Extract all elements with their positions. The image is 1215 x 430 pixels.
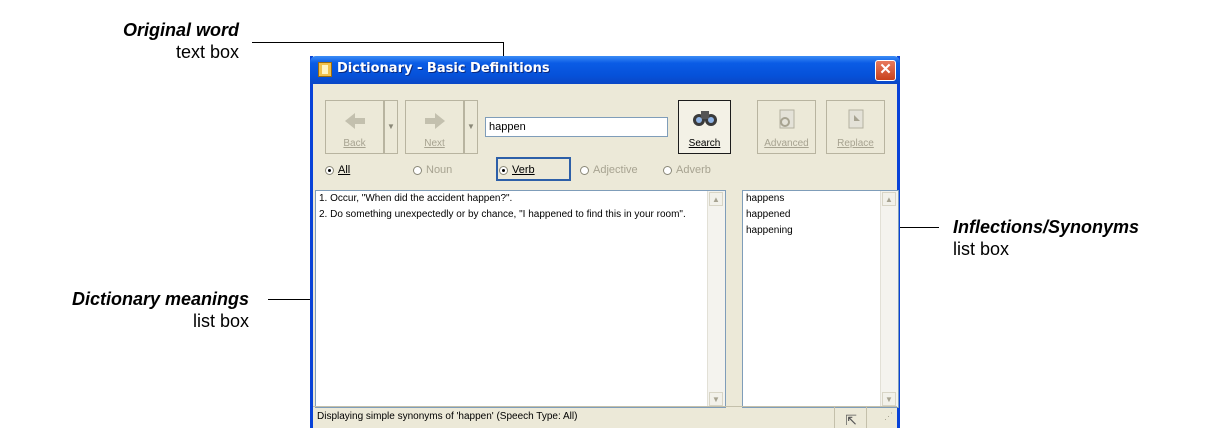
original-word-input[interactable]: happen bbox=[485, 117, 668, 137]
vertical-scrollbar[interactable]: ▲ ▼ bbox=[707, 191, 725, 407]
annotation-subtitle: list box bbox=[192, 311, 249, 331]
radio-label: All bbox=[338, 164, 351, 176]
search-button[interactable]: Search bbox=[678, 100, 731, 154]
status-separator bbox=[834, 407, 835, 428]
next-dropdown-button[interactable]: ▼ bbox=[464, 100, 478, 154]
annotation-subtitle: list box bbox=[953, 239, 1010, 259]
advanced-button[interactable]: Advanced bbox=[757, 100, 816, 154]
cursor-icon: ⇱ bbox=[845, 412, 857, 428]
arrow-right-icon bbox=[424, 113, 445, 129]
status-text: Displaying simple synonyms of 'happen' (… bbox=[317, 411, 578, 422]
scroll-up-icon[interactable]: ▲ bbox=[709, 192, 723, 206]
radio-dot bbox=[499, 165, 508, 175]
replace-button[interactable]: Replace bbox=[826, 100, 885, 154]
document-search-icon bbox=[779, 109, 794, 129]
status-separator bbox=[866, 407, 867, 428]
annotation-dictionary-meanings: Dictionary meanings list box bbox=[0, 288, 249, 332]
annotation-inflections: Inflections/Synonyms list box bbox=[953, 216, 1215, 260]
back-dropdown-button[interactable]: ▼ bbox=[384, 100, 398, 154]
back-button[interactable]: Back bbox=[325, 100, 384, 154]
dictionary-window: Dictionary - Basic Definitions ✕ Back ▼ … bbox=[310, 56, 900, 428]
radio-dot bbox=[580, 165, 589, 175]
radio-adverb[interactable]: Adverb bbox=[663, 164, 711, 176]
radio-dot bbox=[325, 165, 334, 175]
back-label: Back bbox=[343, 138, 366, 149]
radio-label: Adverb bbox=[676, 164, 711, 176]
arrow-left-icon bbox=[344, 113, 365, 129]
radio-label: Verb bbox=[512, 164, 535, 176]
inflections-synonyms-list[interactable]: happens happened happening ▲ ▼ bbox=[742, 190, 899, 408]
title-bar[interactable]: Dictionary - Basic Definitions ✕ bbox=[310, 56, 900, 84]
list-item[interactable]: happening bbox=[743, 225, 898, 237]
radio-adjective[interactable]: Adjective bbox=[580, 164, 638, 176]
scroll-up-icon[interactable]: ▲ bbox=[882, 192, 896, 206]
radio-label: Noun bbox=[426, 164, 453, 176]
annotation-title: Inflections/Synonyms bbox=[953, 217, 1140, 237]
book-icon bbox=[318, 62, 332, 77]
replace-icon bbox=[848, 109, 863, 129]
binoculars-icon bbox=[692, 111, 717, 126]
scroll-down-icon[interactable]: ▼ bbox=[882, 392, 896, 406]
list-item[interactable]: happens bbox=[743, 193, 898, 205]
replace-label: Replace bbox=[837, 138, 874, 149]
radio-dot bbox=[413, 165, 422, 175]
vertical-scrollbar[interactable]: ▲ ▼ bbox=[880, 191, 898, 407]
annotation-subtitle: text box bbox=[175, 42, 239, 62]
radio-all[interactable]: All bbox=[325, 164, 350, 176]
list-item[interactable]: 1. Occur, "When did the accident happen?… bbox=[316, 193, 705, 205]
close-button[interactable]: ✕ bbox=[875, 60, 896, 81]
advanced-label: Advanced bbox=[764, 138, 809, 149]
next-label: Next bbox=[424, 138, 445, 149]
list-item[interactable]: happened bbox=[743, 209, 898, 221]
window-title: Dictionary - Basic Definitions bbox=[337, 61, 550, 76]
radio-label: Adjective bbox=[593, 164, 638, 176]
list-item[interactable]: 2. Do something unexpectedly or by chanc… bbox=[316, 209, 705, 221]
pointer-line bbox=[252, 42, 504, 43]
annotation-title: Dictionary meanings bbox=[71, 289, 249, 309]
radio-dot bbox=[663, 165, 672, 175]
annotation-title: Original word bbox=[122, 20, 239, 40]
dictionary-meanings-list[interactable]: 1. Occur, "When did the accident happen?… bbox=[315, 190, 726, 408]
radio-verb[interactable]: Verb bbox=[499, 164, 535, 176]
next-button[interactable]: Next bbox=[405, 100, 464, 154]
status-bar: Displaying simple synonyms of 'happen' (… bbox=[313, 406, 897, 428]
annotation-original-word: Original word text box bbox=[75, 19, 239, 63]
scroll-down-icon[interactable]: ▼ bbox=[709, 392, 723, 406]
resize-grip-icon[interactable]: ⋰ bbox=[884, 406, 893, 426]
radio-noun[interactable]: Noun bbox=[413, 164, 452, 176]
search-label: Search bbox=[688, 138, 721, 149]
